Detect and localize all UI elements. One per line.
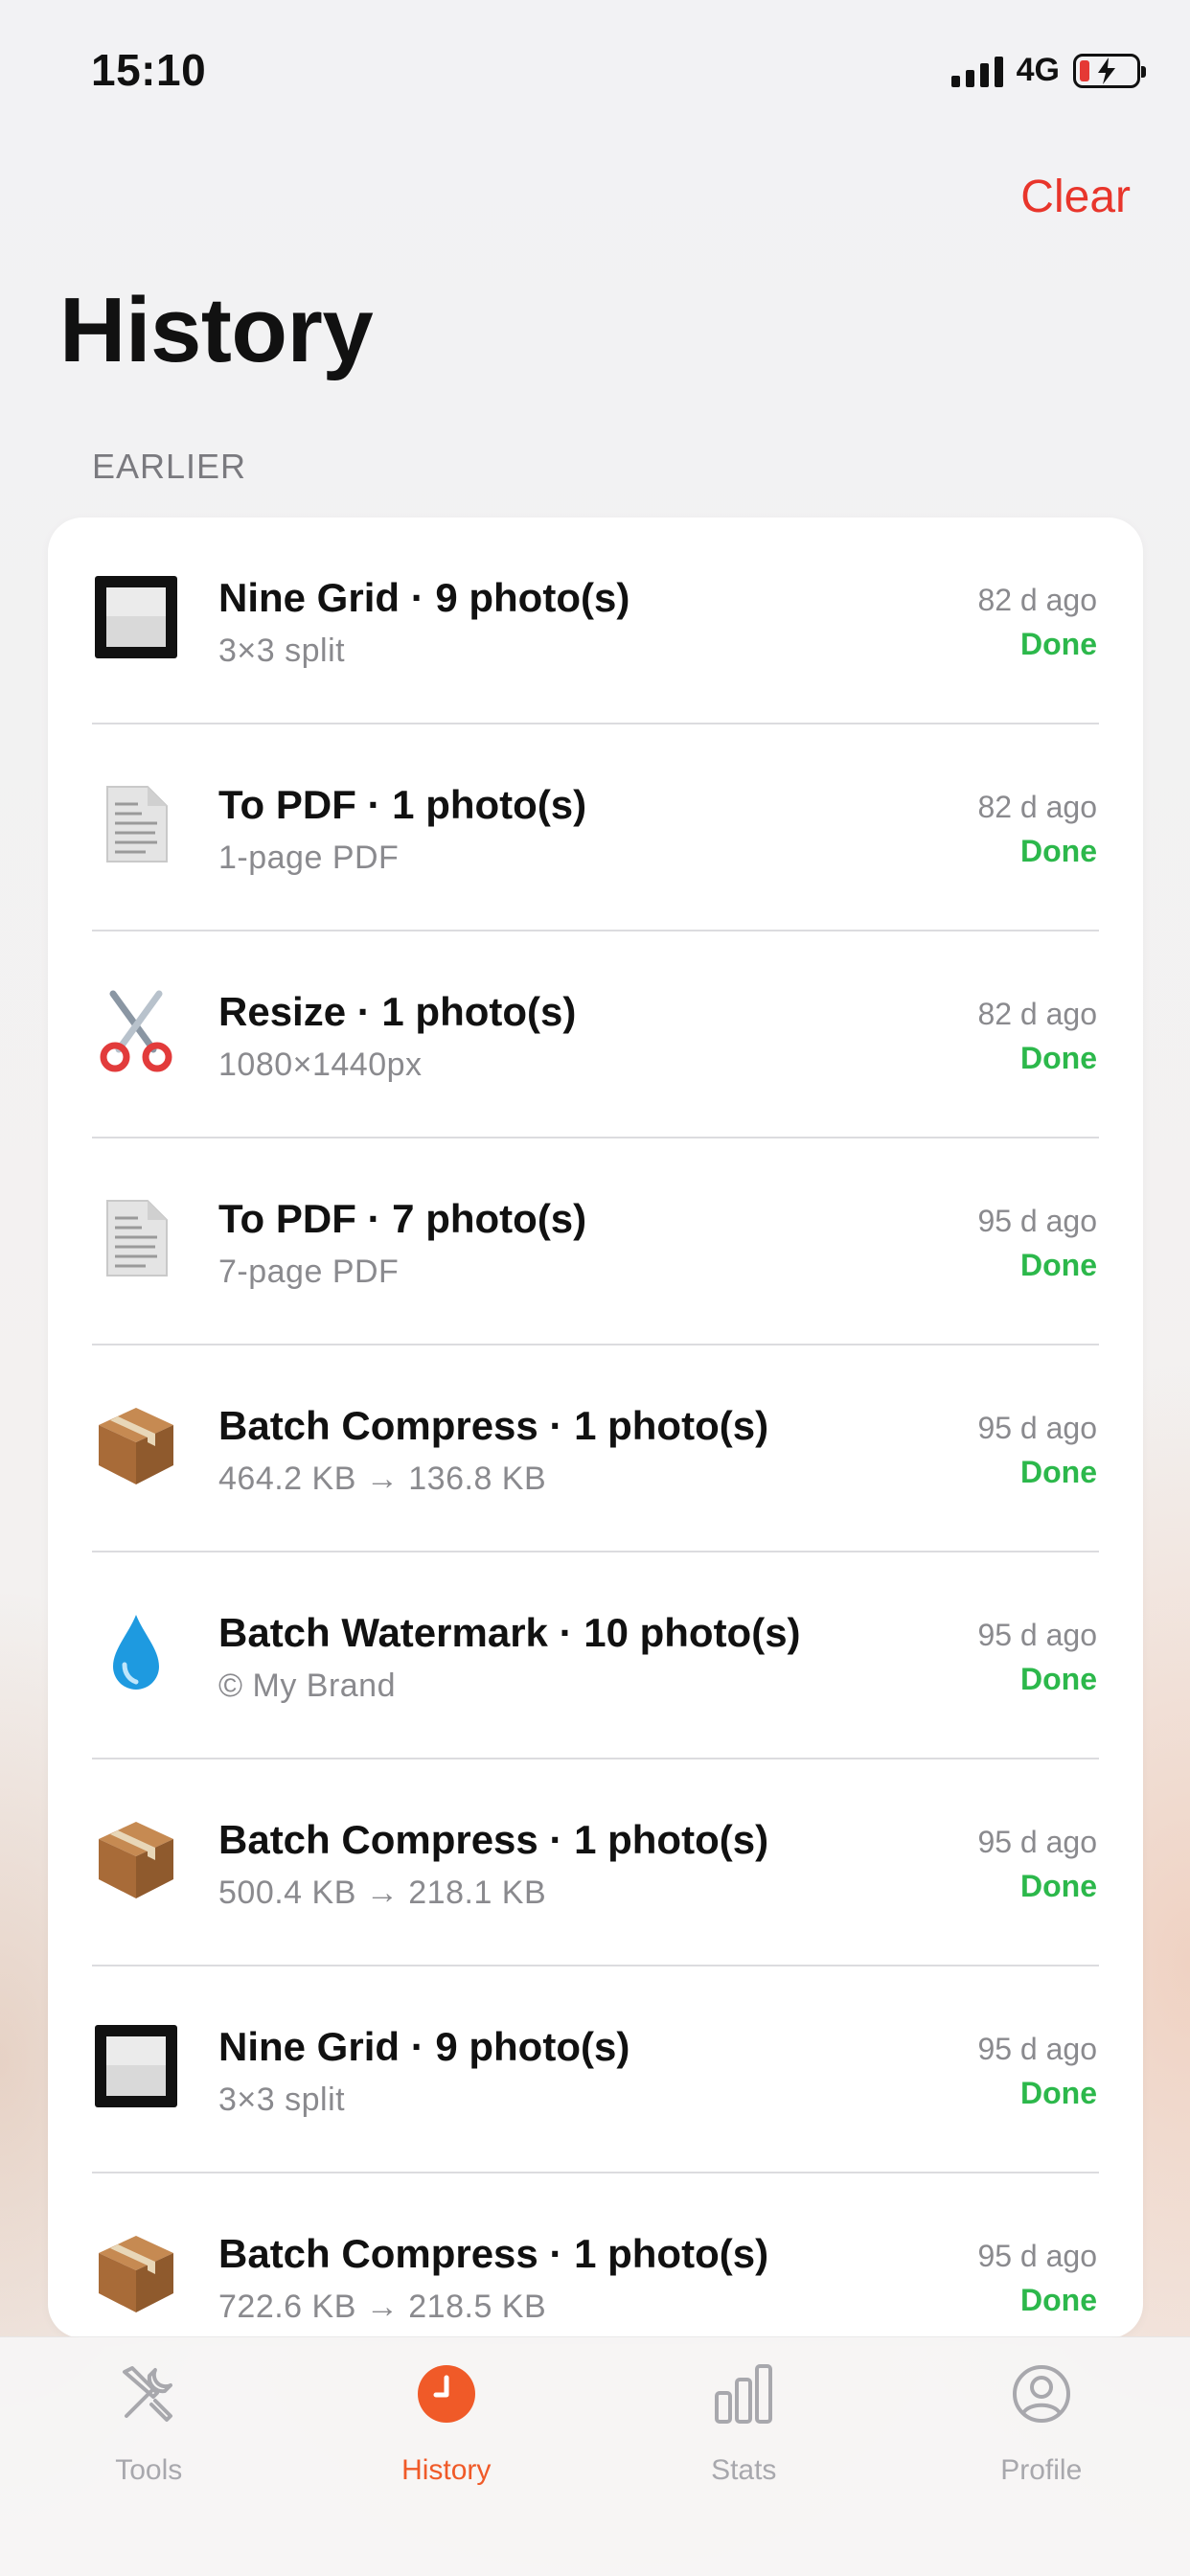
item-title: To PDF · 7 photo(s) (218, 1196, 587, 1241)
tab-history[interactable]: History (298, 2337, 596, 2576)
bar-chart-icon (710, 2360, 777, 2427)
droplet-icon (92, 1608, 180, 1696)
item-detail: 500.4 KB → 218.1 KB (218, 1874, 547, 1911)
item-title: Batch Compress · 1 photo(s) (218, 1403, 769, 1448)
history-item[interactable]: To PDF · 7 photo(s) 7-page PDF 95 d ago … (48, 1138, 1143, 1346)
item-detail: 3×3 split (218, 632, 346, 669)
status-badge: Done (1020, 1248, 1097, 1282)
item-time: 95 d ago (977, 2032, 1097, 2066)
item-detail: © My Brand (218, 1668, 396, 1704)
tab-label: Stats (711, 2454, 777, 2486)
history-item[interactable]: Batch Watermark · 10 photo(s) © My Brand… (48, 1552, 1143, 1760)
item-title: To PDF · 1 photo(s) (218, 782, 587, 827)
clock-icon (413, 2360, 480, 2427)
status-badge: Done (1020, 2283, 1097, 2317)
item-time: 82 d ago (977, 583, 1097, 617)
package-icon (92, 1401, 180, 1489)
history-item[interactable]: Batch Compress · 1 photo(s) 500.4 KB → 2… (48, 1760, 1143, 1966)
package-icon (92, 2229, 180, 2317)
item-title: Batch Compress · 1 photo(s) (218, 2231, 769, 2276)
nine-grid-icon (92, 573, 180, 661)
status-badge: Done (1020, 1041, 1097, 1075)
status-badge: Done (1020, 627, 1097, 661)
history-item[interactable]: Resize · 1 photo(s) 1080×1440px 82 d ago… (48, 932, 1143, 1138)
item-detail: 722.6 KB → 218.5 KB (218, 2288, 547, 2325)
tab-label: Profile (1000, 2454, 1083, 2486)
document-icon (92, 780, 180, 868)
status-bar: 15:10 4G (0, 0, 1190, 144)
scissors-icon (92, 987, 180, 1075)
network-type: 4G (1016, 52, 1060, 88)
history-item[interactable]: To PDF · 1 photo(s) 1-page PDF 82 d ago … (48, 724, 1143, 932)
item-detail: 7-page PDF (218, 1254, 400, 1290)
signal-icon (950, 55, 1003, 87)
status-badge: Done (1020, 2076, 1097, 2110)
item-time: 82 d ago (977, 790, 1097, 824)
tab-label: History (401, 2454, 492, 2486)
tab-tools[interactable]: Tools (0, 2337, 298, 2576)
tab-stats[interactable]: Stats (595, 2337, 893, 2576)
item-time: 95 d ago (977, 1825, 1097, 1859)
status-badge: Done (1020, 1869, 1097, 1903)
page-title: History (59, 279, 374, 381)
status-badge: Done (1020, 834, 1097, 868)
tools-icon (115, 2360, 182, 2427)
item-time: 95 d ago (977, 1618, 1097, 1652)
status-indicators: 4G (950, 52, 1146, 89)
item-title: Resize · 1 photo(s) (218, 989, 577, 1034)
status-badge: Done (1020, 1662, 1097, 1696)
section-header: EARLIER (92, 447, 247, 486)
item-detail: 3×3 split (218, 2082, 346, 2118)
item-detail: 464.2 KB → 136.8 KB (218, 1460, 547, 1497)
item-time: 95 d ago (977, 1204, 1097, 1238)
nine-grid-icon (92, 2022, 180, 2110)
package-icon (92, 1815, 180, 1903)
history-item[interactable]: Batch Compress · 1 photo(s) 722.6 KB → 2… (48, 2174, 1143, 2338)
history-item[interactable]: Nine Grid · 9 photo(s) 3×3 split 95 d ag… (48, 1966, 1143, 2174)
history-list: Nine Grid · 9 photo(s) 3×3 split 82 d ag… (48, 518, 1143, 2338)
item-title: Batch Watermark · 10 photo(s) (218, 1610, 801, 1655)
document-icon (92, 1194, 180, 1282)
item-time: 95 d ago (977, 2239, 1097, 2273)
item-time: 95 d ago (977, 1411, 1097, 1445)
tab-bar: Tools History Stats Profile (0, 2336, 1190, 2576)
status-time: 15:10 (91, 45, 207, 95)
item-detail: 1-page PDF (218, 840, 400, 876)
item-title: Nine Grid · 9 photo(s) (218, 2024, 630, 2069)
clear-button[interactable]: Clear (1020, 171, 1131, 223)
profile-icon (1008, 2360, 1075, 2427)
item-title: Nine Grid · 9 photo(s) (218, 575, 630, 620)
item-detail: 1080×1440px (218, 1046, 423, 1083)
history-item[interactable]: Batch Compress · 1 photo(s) 464.2 KB → 1… (48, 1346, 1143, 1552)
history-item[interactable]: Nine Grid · 9 photo(s) 3×3 split 82 d ag… (48, 518, 1143, 724)
item-time: 82 d ago (977, 997, 1097, 1031)
tab-label: Tools (115, 2454, 183, 2486)
status-badge: Done (1020, 1455, 1097, 1489)
tab-profile[interactable]: Profile (893, 2337, 1190, 2576)
battery-icon (1073, 53, 1146, 88)
item-title: Batch Compress · 1 photo(s) (218, 1817, 769, 1862)
